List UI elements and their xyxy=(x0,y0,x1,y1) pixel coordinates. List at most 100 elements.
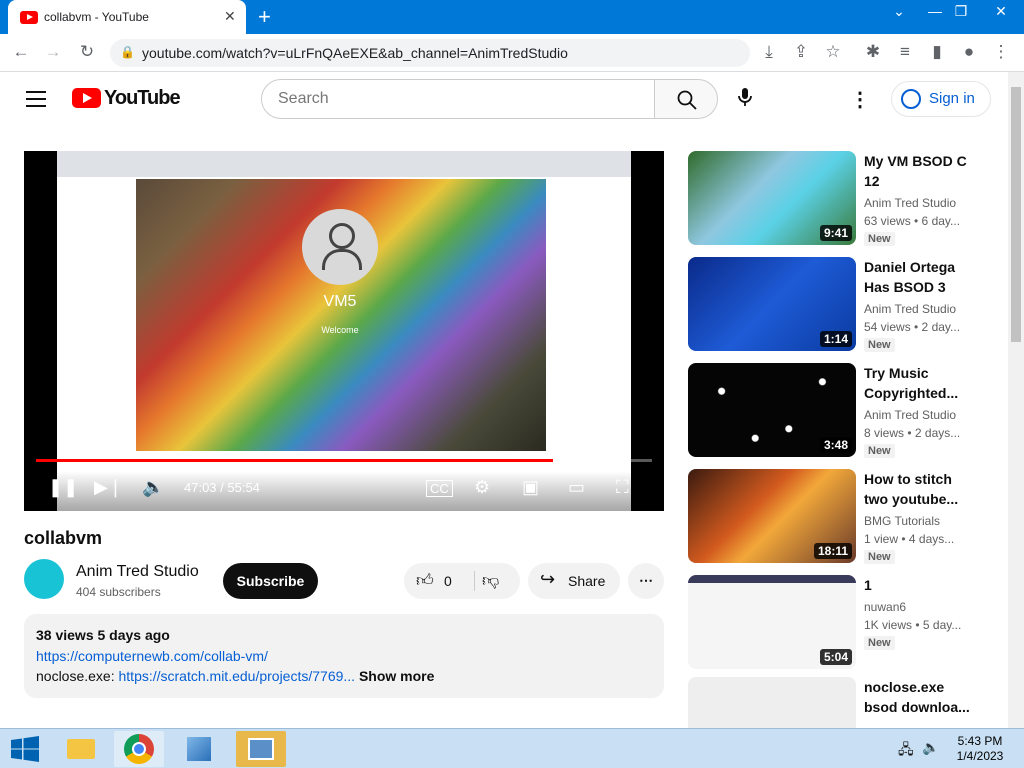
description-link[interactable]: https://computernewb.com/collab-vm/ xyxy=(36,648,268,664)
video-thumbnail[interactable]: 5:04 xyxy=(688,575,856,669)
recommended-channel[interactable]: Anim Tred Studio xyxy=(864,302,956,316)
description-line: noclose.exe: https://scratch.mit.edu/pro… xyxy=(36,668,434,684)
recommended-video[interactable]: 5:04 1 nuwan6 1K views • 5 day... New xyxy=(688,575,984,669)
vm-name-label: VM5 xyxy=(323,293,357,310)
like-thumb-icon[interactable]: 👍︎ xyxy=(416,570,434,591)
settings-gear-icon[interactable]: ⚙ xyxy=(474,477,490,498)
next-icon[interactable]: ▶❘ xyxy=(94,477,123,498)
recommended-meta: 8 views • 2 days... xyxy=(864,426,961,440)
more-actions-icon[interactable]: ⋯ xyxy=(628,563,664,599)
browser-tab[interactable]: collabvm - YouTube ✕ xyxy=(8,0,246,34)
back-icon[interactable]: ← xyxy=(10,42,32,62)
browser-menu-icon[interactable]: ⋮ xyxy=(990,42,1012,62)
recommended-channel[interactable]: Anim Tred Studio xyxy=(864,408,956,422)
share-page-icon[interactable]: ⇪ xyxy=(790,42,812,62)
recommended-title[interactable]: Daniel Ortega Has BSOD 3 xyxy=(864,257,972,297)
channel-name[interactable]: Anim Tred Studio xyxy=(76,563,199,581)
network-icon[interactable]: 🖧 xyxy=(898,739,914,763)
dislike-thumb-icon[interactable]: 👎︎ xyxy=(482,570,499,591)
address-bar[interactable]: 🔒 youtube.com/watch?v=uLrFnQAeEXE&ab_cha… xyxy=(110,39,750,67)
scratch-link[interactable]: https://scratch.mit.edu/projects/7769... xyxy=(119,668,356,684)
video-player[interactable]: VM5 Welcome ❚❚ ▶❘ 🔈 47:03 / 55:54 CC ⚙ ▣… xyxy=(24,151,664,511)
clock-time: 5:43 PM xyxy=(957,734,1003,748)
restore-icon[interactable]: ❐ xyxy=(946,3,976,20)
close-window-icon[interactable]: ✕ xyxy=(986,3,1016,20)
video-duration: 3:48 xyxy=(819,437,852,453)
captions-icon[interactable]: CC xyxy=(426,480,453,497)
bookmark-star-icon[interactable]: ☆ xyxy=(822,42,844,62)
search-icon xyxy=(677,90,697,110)
tab-close-icon[interactable]: ✕ xyxy=(224,8,236,25)
recommended-title[interactable]: noclose.exe bsod downloa... xyxy=(864,677,972,717)
volume-icon[interactable]: 🔈 xyxy=(142,477,164,498)
share-button[interactable]: ↪ Share xyxy=(528,563,620,599)
photos-taskbar-icon[interactable] xyxy=(236,731,286,767)
search-button[interactable] xyxy=(654,79,718,119)
channel-avatar[interactable] xyxy=(24,559,64,599)
video-thumbnail[interactable]: 9:41 xyxy=(688,151,856,245)
video-thumbnail[interactable]: 1:14 xyxy=(688,257,856,351)
extensions-icon[interactable]: ✱ xyxy=(862,42,884,62)
page-scrollbar[interactable] xyxy=(1008,72,1024,728)
voice-search-button[interactable] xyxy=(730,85,760,115)
subscribe-button[interactable]: Subscribe xyxy=(223,563,318,599)
sign-in-button[interactable]: Sign in xyxy=(891,81,991,117)
new-tab-icon[interactable]: + xyxy=(258,4,271,30)
recommended-title[interactable]: How to stitch two youtube... xyxy=(864,469,972,509)
new-badge: New xyxy=(864,550,895,564)
recommended-meta: 54 views • 2 day... xyxy=(864,320,961,334)
volume-tray-icon[interactable]: 🔈 xyxy=(922,739,939,756)
theater-mode-icon[interactable]: ▭ xyxy=(568,477,585,498)
show-more-button[interactable]: Show more xyxy=(359,668,434,684)
recommended-video[interactable]: 18:11 How to stitch two youtube... BMG T… xyxy=(688,469,984,564)
chrome-taskbar-icon[interactable] xyxy=(114,731,164,767)
pause-icon[interactable]: ❚❚ xyxy=(48,477,78,498)
youtube-logo-text[interactable]: YouTube xyxy=(104,87,181,110)
new-badge: New xyxy=(864,232,895,246)
sign-in-label: Sign in xyxy=(929,90,975,107)
share-label: Share xyxy=(568,573,606,589)
video-duration: 1:14 xyxy=(819,331,852,347)
profile-icon[interactable]: ● xyxy=(958,42,980,62)
app-taskbar-icon[interactable] xyxy=(174,731,224,767)
video-time: 47:03 / 55:54 xyxy=(184,480,260,495)
recommended-channel[interactable]: nuwan6 xyxy=(864,600,906,614)
media-control-icon[interactable]: ≡ xyxy=(894,42,916,62)
forward-icon[interactable]: → xyxy=(42,42,64,62)
reload-icon[interactable]: ↻ xyxy=(76,42,98,62)
side-panel-icon[interactable]: ▮ xyxy=(926,42,948,62)
video-thumbnail[interactable]: 3:48 xyxy=(688,363,856,457)
recommended-video[interactable]: 9:41 My VM BSOD C 12 Anim Tred Studio 63… xyxy=(688,151,984,246)
install-app-icon[interactable]: ⤓ xyxy=(758,42,780,62)
video-description[interactable]: 38 views 5 days ago https://computernewb… xyxy=(24,614,664,698)
hamburger-menu-icon[interactable] xyxy=(26,91,46,112)
new-badge: New xyxy=(864,444,895,458)
fullscreen-icon[interactable]: ⛶ xyxy=(616,477,629,498)
video-login-wallpaper: VM5 Welcome xyxy=(136,179,546,451)
scrollbar-thumb[interactable] xyxy=(1011,87,1021,342)
video-progress-bar[interactable] xyxy=(36,459,652,462)
tab-search-chevron-icon[interactable]: ⌄ xyxy=(884,3,914,20)
video-thumbnail[interactable]: 18:11 xyxy=(688,469,856,563)
file-explorer-icon[interactable] xyxy=(56,731,106,767)
recommended-channel[interactable]: BMG Tutorials xyxy=(864,514,940,528)
youtube-logo-icon[interactable] xyxy=(72,88,101,108)
recommended-title[interactable]: My VM BSOD C 12 xyxy=(864,151,972,191)
youtube-favicon-icon xyxy=(20,11,38,24)
recommended-meta: 1 view • 4 days... xyxy=(864,532,955,546)
recommended-video[interactable]: noclose.exe bsod downloa... xyxy=(688,677,984,728)
like-divider xyxy=(474,571,475,591)
windows-start-icon[interactable] xyxy=(11,736,39,762)
recommended-video[interactable]: 3:48 Try Music Copyrighted... Anim Tred … xyxy=(688,363,984,458)
system-clock[interactable]: 5:43 PM 1/4/2023 xyxy=(950,734,1010,764)
recommended-title[interactable]: 1 xyxy=(864,575,972,595)
settings-more-icon[interactable]: ⋮ xyxy=(850,87,870,112)
video-thumbnail[interactable] xyxy=(688,677,856,728)
recommended-meta: 1K views • 5 day... xyxy=(864,618,962,632)
recommended-video[interactable]: 1:14 Daniel Ortega Has BSOD 3 Anim Tred … xyxy=(688,257,984,352)
miniplayer-icon[interactable]: ▣ xyxy=(522,477,539,498)
recommended-channel[interactable]: Anim Tred Studio xyxy=(864,196,956,210)
search-input[interactable] xyxy=(261,79,655,119)
like-count[interactable]: 0 xyxy=(444,573,452,589)
recommended-title[interactable]: Try Music Copyrighted... xyxy=(864,363,972,403)
